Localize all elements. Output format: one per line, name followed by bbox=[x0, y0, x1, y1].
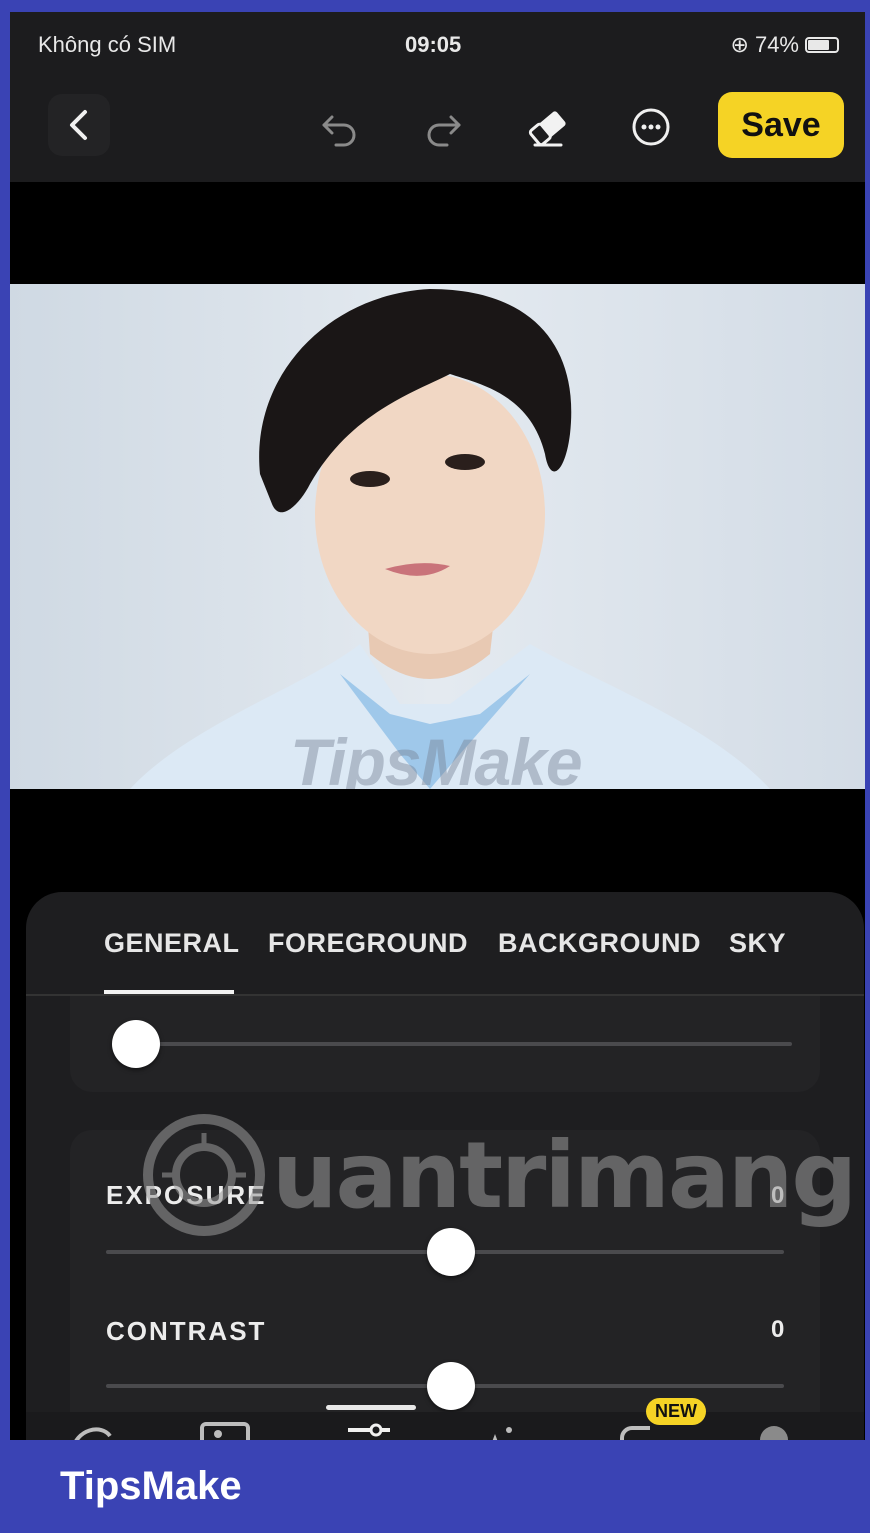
more-options-icon bbox=[632, 108, 670, 146]
image-tool-icon[interactable] bbox=[198, 1418, 252, 1440]
undo-icon bbox=[322, 115, 356, 147]
save-button[interactable]: Save bbox=[718, 92, 844, 158]
bottom-toolbar: NEW bbox=[26, 1398, 864, 1440]
adjustments-panel: GENERAL FOREGROUND BACKGROUND SKY EXPOSU… bbox=[26, 892, 864, 1440]
watermark-text: uantrimang bbox=[272, 1121, 857, 1229]
status-battery: ⊕ 74% bbox=[731, 32, 839, 58]
editor-toolbar: Save bbox=[10, 72, 865, 182]
profile-tool-icon[interactable] bbox=[754, 1418, 794, 1440]
style-tool-icon[interactable] bbox=[66, 1418, 116, 1440]
tab-foreground[interactable]: FOREGROUND bbox=[268, 928, 468, 959]
redo-icon bbox=[427, 115, 461, 147]
status-bar: Không có SIM 09:05 ⊕ 74% bbox=[10, 12, 865, 72]
contrast-slider-knob[interactable] bbox=[427, 1362, 475, 1410]
portrait-photo bbox=[10, 284, 865, 789]
tab-background[interactable]: BACKGROUND bbox=[498, 928, 701, 959]
slider-card-top bbox=[70, 996, 820, 1092]
battery-percent: 74% bbox=[754, 32, 799, 57]
adjustment-tabs: GENERAL FOREGROUND BACKGROUND SKY bbox=[26, 892, 864, 996]
panel-handle bbox=[326, 1405, 416, 1410]
redo-button[interactable] bbox=[418, 102, 468, 152]
photo-canvas[interactable]: TipsMake bbox=[10, 284, 865, 789]
orientation-lock-icon: ⊕ bbox=[730, 32, 749, 57]
undo-button[interactable] bbox=[315, 102, 365, 152]
contrast-value: 0 bbox=[771, 1316, 785, 1343]
tab-general[interactable]: GENERAL bbox=[104, 928, 240, 959]
footer-banner: TipsMake bbox=[0, 1440, 870, 1533]
site-watermark: uantrimang bbox=[142, 1110, 857, 1240]
new-badge: NEW bbox=[646, 1398, 706, 1425]
eraser-icon bbox=[528, 111, 566, 147]
status-time: 09:05 bbox=[405, 32, 462, 57]
back-button[interactable] bbox=[48, 94, 110, 156]
photo-watermark: TipsMake bbox=[290, 725, 583, 789]
erase-button[interactable] bbox=[522, 102, 574, 154]
contrast-label: CONTRAST bbox=[106, 1316, 267, 1346]
adjust-tool-icon[interactable] bbox=[344, 1418, 394, 1440]
slider-knob[interactable] bbox=[112, 1020, 160, 1068]
sparkle-tool-icon[interactable] bbox=[481, 1418, 521, 1440]
phone-screen: Không có SIM 09:05 ⊕ 74% Save TipsMake G… bbox=[10, 12, 865, 1440]
tab-sky[interactable]: SKY bbox=[729, 928, 786, 959]
watermark-logo-icon bbox=[143, 1114, 265, 1236]
slider-track[interactable] bbox=[122, 1042, 792, 1046]
chevron-left-icon bbox=[70, 110, 87, 140]
battery-icon bbox=[805, 37, 839, 53]
more-options-button[interactable] bbox=[626, 102, 676, 152]
footer-brand: TipsMake bbox=[60, 1464, 242, 1508]
status-carrier: Không có SIM bbox=[38, 32, 177, 57]
